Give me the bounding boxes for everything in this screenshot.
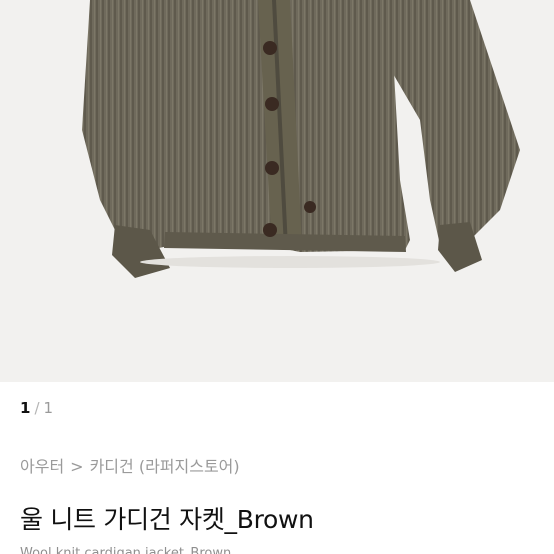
image-pager: 1/1 [20,398,53,418]
breadcrumb-store[interactable]: (라퍼지스토어) [139,457,240,476]
product-title: 울 니트 가디건 자켓_Brown [20,505,314,534]
breadcrumb-category[interactable]: 아우터 [20,457,64,476]
pager-separator: / [34,399,40,417]
breadcrumb: 아우터 > 카디건 (라퍼지스토어) [20,456,240,478]
breadcrumb-subcategory[interactable]: 카디건 [90,457,134,476]
product-subtitle: Wool knit cardigan jacket_Brown [20,546,232,554]
pager-total: 1 [43,399,54,417]
breadcrumb-separator: > [70,457,84,476]
pager-current: 1 [20,399,31,417]
product-image[interactable] [0,0,554,382]
product-page: 1/1 아우터 > 카디건 (라퍼지스토어) 울 니트 가디건 자켓_Brown W… [0,0,554,554]
cardigan-illustration [82,0,520,278]
